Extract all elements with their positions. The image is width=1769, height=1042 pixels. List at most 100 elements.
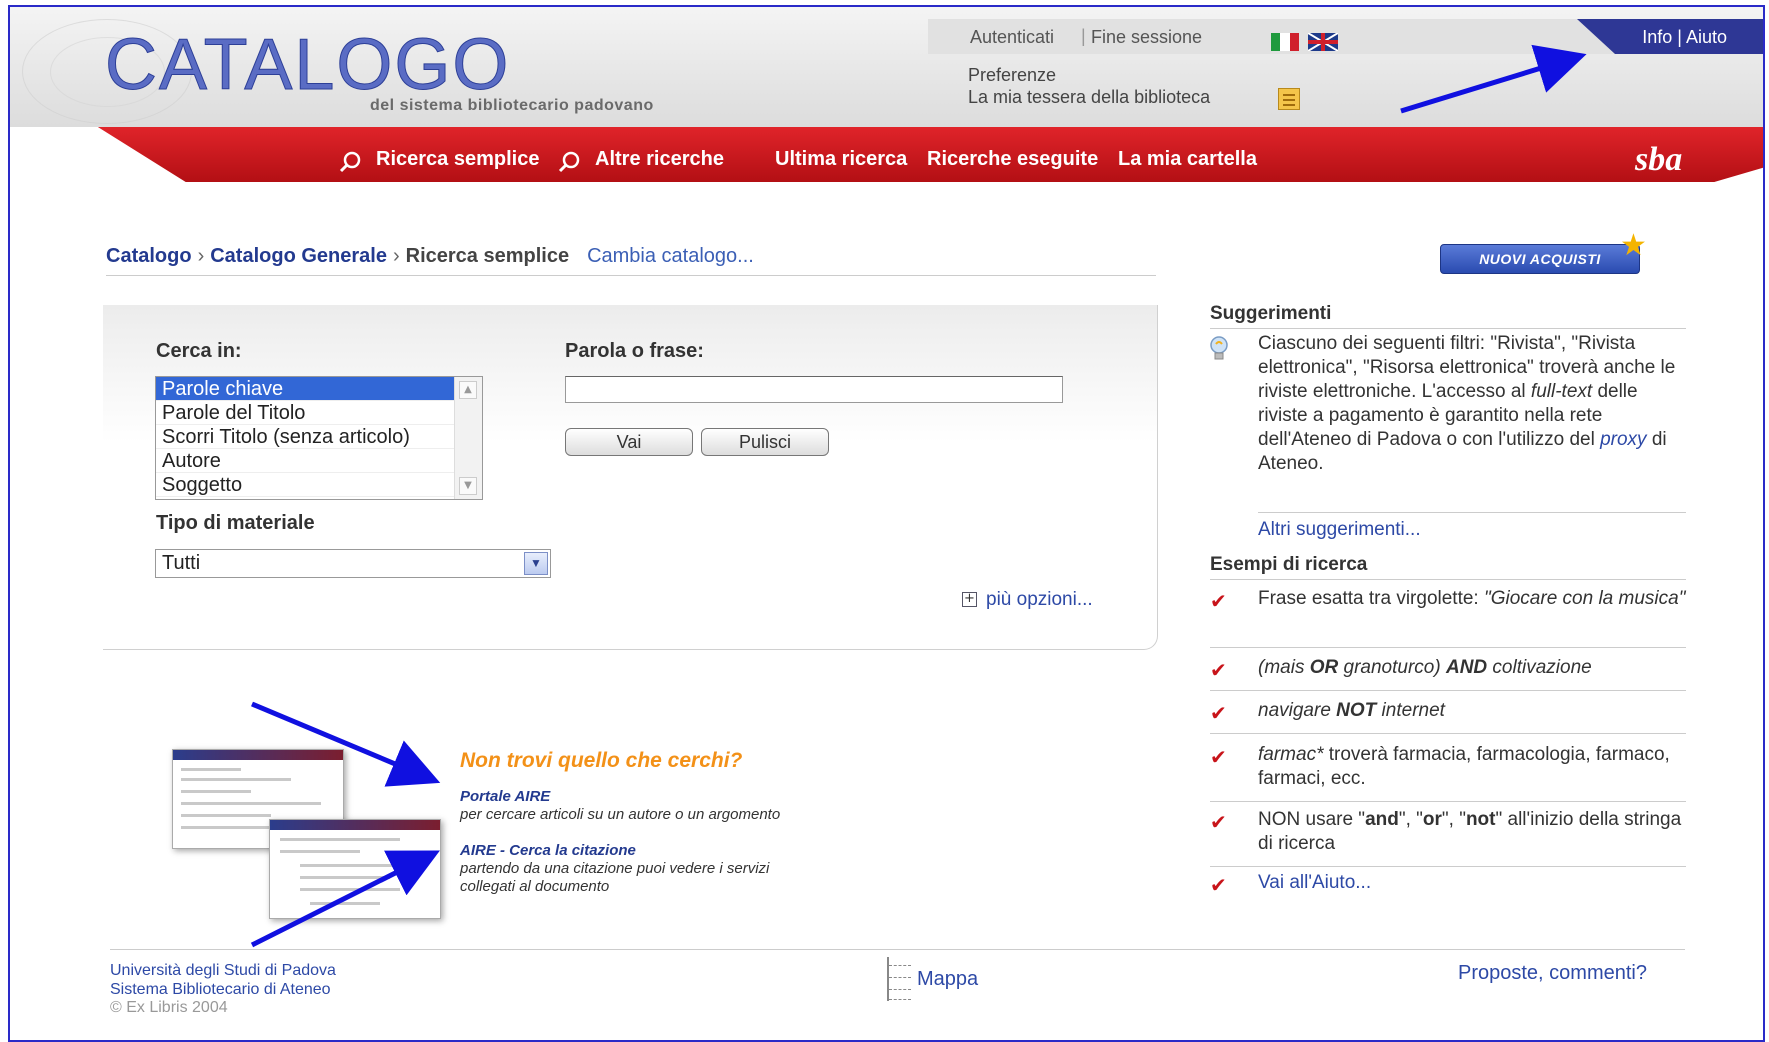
new-acquisitions-button[interactable]: NUOVI ACQUISTI (1440, 244, 1640, 274)
info-help-tab: Info | Aiuto (1577, 19, 1763, 54)
nav-searches-done[interactable]: Ricerche eseguite (927, 148, 1098, 171)
example-wildcard: farmac* troverà farmacia, farmacologia, … (1258, 743, 1688, 791)
material-type-select[interactable]: Tutti ▼ (155, 549, 551, 578)
aire-citation-screenshot[interactable] (269, 819, 441, 919)
breadcrumb-general[interactable]: Catalogo Generale (210, 245, 387, 267)
checkmark-icon: ✔ (1210, 873, 1227, 897)
nav-my-folder[interactable]: La mia cartella (1118, 148, 1257, 171)
material-type-value: Tutti (162, 552, 201, 574)
nav-last-search[interactable]: Ultima ricerca (775, 148, 907, 171)
library-card-icon[interactable] (1278, 88, 1300, 110)
aire-portal-link[interactable]: Portale AIRE (460, 788, 550, 805)
example-text: navigare (1258, 700, 1337, 721)
preferences-link[interactable]: Preferenze (968, 65, 1056, 86)
more-suggestions-link[interactable]: Altri suggerimenti... (1258, 518, 1688, 542)
suggestions-title: Suggerimenti (1210, 303, 1332, 324)
example-not: navigare NOT internet (1258, 699, 1688, 723)
example-no-operators: NON usare "and", "or", "not" all'inizio … (1258, 808, 1688, 856)
listbox-option[interactable]: Scorri Titolo (senza articolo) (156, 425, 454, 449)
sitemap-link[interactable]: Mappa (917, 968, 978, 991)
clear-button[interactable]: Pulisci (701, 428, 829, 456)
thumb-line (300, 876, 390, 879)
suggestion-emphasis: full-text (1530, 381, 1593, 402)
sitemap-branch (889, 989, 911, 990)
chevron-up-icon[interactable]: ▲ (459, 381, 477, 399)
example-operator: or (1422, 809, 1442, 830)
aire-citation-desc: partendo da una citazione puoi vedere i … (460, 860, 770, 877)
university-link[interactable]: Università degli Studi di Padova (110, 962, 336, 980)
chevron-down-icon[interactable]: ▼ (459, 477, 477, 495)
suggestions-text: Ciascuno dei seguenti filtri: "Rivista",… (1258, 332, 1688, 476)
search-in-listbox[interactable]: Parole chiave Parole del Titolo Scorri T… (155, 376, 483, 500)
header: CATALOGO del sistema bibliotecario padov… (10, 7, 1763, 127)
example-text: (mais (1258, 657, 1310, 678)
listbox-option[interactable]: Parole chiave (156, 377, 454, 401)
example-operator: NOT (1336, 700, 1377, 721)
divider (106, 275, 1156, 276)
thumb-line (181, 768, 241, 771)
thumb-header (270, 820, 440, 830)
magnifier-icon (339, 151, 361, 173)
change-catalog-link[interactable]: Cambia catalogo... (587, 245, 754, 267)
example-text: coltivazione (1487, 657, 1592, 678)
example-text: granoturco) (1338, 657, 1446, 678)
material-type-label: Tipo di materiale (156, 512, 315, 534)
nav-other-searches[interactable]: Altre ricerche (595, 148, 724, 171)
more-options-link[interactable]: più opzioni... (986, 589, 1093, 611)
thumb-line (181, 802, 321, 805)
login-link[interactable]: Autenticati (970, 27, 1054, 48)
nav-simple-search[interactable]: Ricerca semplice (376, 148, 539, 171)
star-icon: ★ (1620, 228, 1647, 263)
checkmark-icon: ✔ (1210, 658, 1227, 682)
help-link[interactable]: Vai all'Aiuto... (1258, 871, 1688, 895)
thumb-line (181, 790, 251, 793)
expand-plus-icon[interactable]: + (962, 592, 977, 607)
copyright: © Ex Libris 2004 (110, 999, 228, 1016)
listbox-option[interactable]: Parole del Titolo (156, 401, 454, 425)
listbox-option[interactable]: Soggetto (156, 473, 454, 497)
divider (1210, 647, 1686, 648)
sitemap-branch (889, 999, 911, 1000)
thumb-line (310, 902, 380, 905)
example-text: NON usare " (1258, 809, 1366, 830)
library-card-link[interactable]: La mia tessera della biblioteca (968, 87, 1210, 108)
sitemap-branch (889, 977, 911, 978)
info-help-link[interactable]: Info | Aiuto (1642, 27, 1727, 48)
library-system-link[interactable]: Sistema Bibliotecario di Ateneo (110, 981, 331, 999)
thumb-line (280, 838, 400, 841)
search-input[interactable] (565, 376, 1063, 403)
divider (1210, 801, 1686, 802)
sitemap-icon (887, 957, 913, 1001)
aire-citation-link[interactable]: AIRE - Cerca la citazione (460, 842, 636, 859)
checkmark-icon: ✔ (1210, 701, 1227, 725)
footer-divider (110, 949, 1685, 950)
chevron-down-icon[interactable]: ▼ (524, 552, 548, 575)
phrase-label: Parola o frase: (565, 340, 704, 362)
sba-logo[interactable]: sba (1635, 141, 1682, 179)
listbox-option[interactable]: Autore (156, 449, 454, 473)
go-button[interactable]: Vai (565, 428, 693, 456)
divider (1210, 328, 1686, 329)
listbox-scrollbar[interactable]: ▲ ▼ (454, 377, 482, 499)
aire-headline: Non trovi quello che cerchi? (460, 749, 743, 772)
example-exact-phrase: Frase esatta tra virgolette: "Giocare co… (1258, 587, 1688, 611)
example-text: ", " (1441, 809, 1466, 830)
thumb-line (300, 864, 410, 867)
proxy-link[interactable]: proxy (1600, 429, 1646, 450)
example-boolean: (mais OR granoturco) AND coltivazione (1258, 656, 1688, 680)
checkmark-icon: ✔ (1210, 810, 1227, 834)
checkmark-icon: ✔ (1210, 589, 1227, 613)
uk-flag-icon[interactable] (1308, 33, 1338, 51)
separator: | (1081, 26, 1086, 46)
breadcrumb-catalog[interactable]: Catalogo (106, 245, 192, 267)
end-session-link[interactable]: Fine sessione (1091, 27, 1202, 48)
thumb-line (181, 778, 291, 781)
logo-title[interactable]: CATALOGO (104, 29, 510, 102)
divider (1210, 579, 1686, 580)
breadcrumb: Catalogo › Catalogo Generale › Ricerca sempl… (106, 245, 754, 268)
italian-flag-icon[interactable] (1271, 33, 1299, 51)
example-operator: and (1365, 809, 1399, 830)
aire-portal-desc: per cercare articoli su un autore o un a… (460, 806, 781, 823)
feedback-link[interactable]: Proposte, commenti? (1458, 962, 1647, 985)
page-frame: CATALOGO del sistema bibliotecario padov… (8, 5, 1765, 1042)
